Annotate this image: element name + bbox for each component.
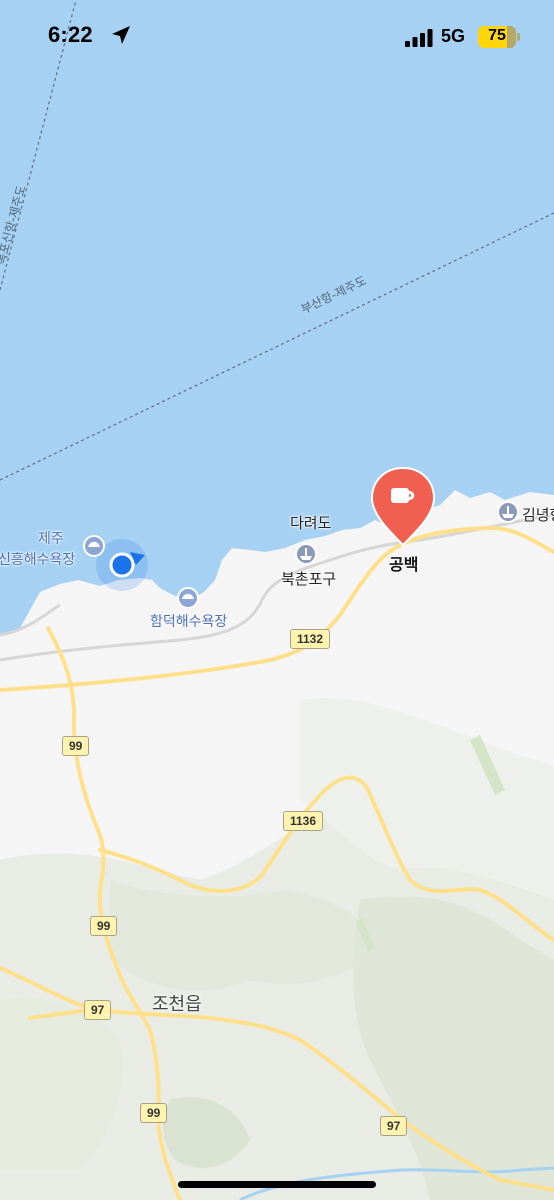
place-label-gimnyeong[interactable]: 김녕항 — [522, 504, 554, 525]
place-label-sinheung-beach[interactable]: 신흥해수욕장 — [0, 549, 75, 569]
road-shield-99: 99 — [62, 736, 90, 756]
cellular-signal-icon — [405, 29, 433, 47]
status-bar: 6:22 5G 75 — [0, 0, 554, 72]
town-label-jocheon[interactable]: 조천읍 — [152, 990, 202, 1016]
beach-icon — [83, 535, 105, 557]
port-icon — [295, 543, 317, 565]
road-shield-1132: 1132 — [290, 629, 331, 649]
battery-icon: 75 — [478, 26, 516, 48]
place-label-dareodo[interactable]: 다려도 — [290, 512, 331, 533]
place-label-jeju[interactable]: 제주 — [38, 528, 64, 548]
road-shield-99: 99 — [90, 916, 118, 936]
battery-nub — [517, 33, 520, 41]
road-shield-97: 97 — [84, 1000, 112, 1020]
network-type: 5G — [441, 26, 466, 46]
port-icon — [497, 501, 519, 523]
home-indicator[interactable] — [178, 1181, 376, 1188]
battery-percentage: 75 — [488, 27, 506, 44]
beach-icon — [177, 587, 199, 609]
map-canvas[interactable] — [0, 0, 554, 1200]
place-label-bukchon-port[interactable]: 북촌포구 — [281, 568, 336, 589]
road-shield-97: 97 — [380, 1116, 408, 1136]
road-shield-99: 99 — [140, 1103, 168, 1123]
location-services-icon — [112, 26, 130, 44]
selected-place-label[interactable]: 공백 — [389, 551, 418, 575]
road-shield-1136: 1136 — [283, 811, 324, 831]
status-time: 6:22 — [48, 22, 93, 47]
place-label-hamdeok-beach[interactable]: 함덕해수욕장 — [150, 611, 227, 631]
